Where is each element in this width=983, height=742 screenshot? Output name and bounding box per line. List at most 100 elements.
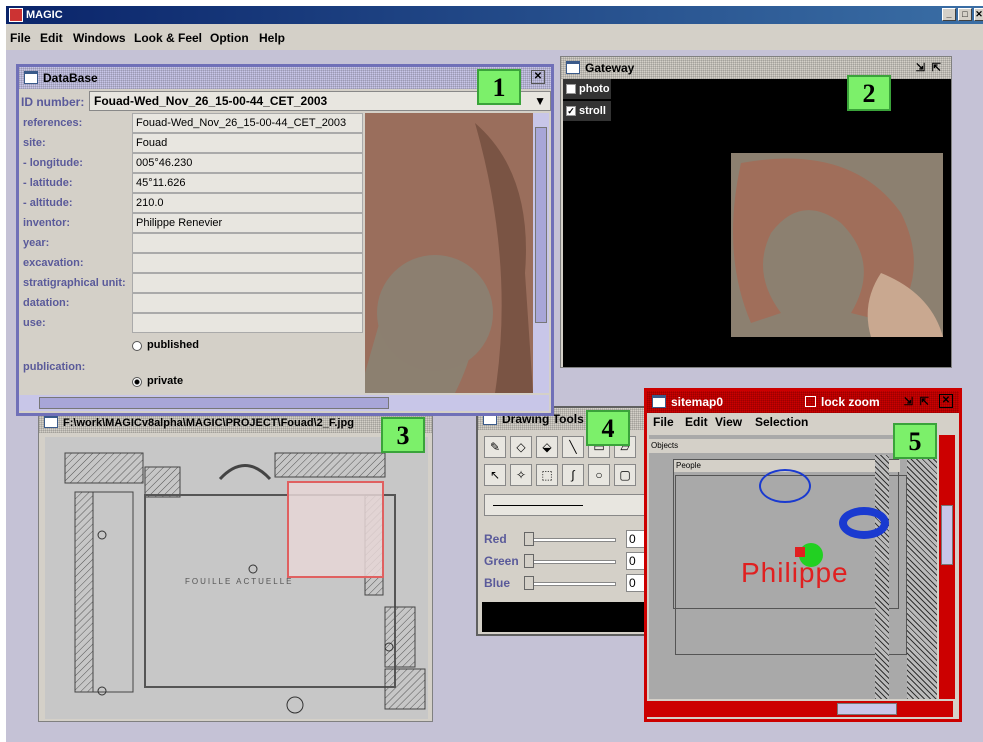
ellipse-tool-icon[interactable]: ○: [588, 464, 610, 486]
magic-wand-tool-icon[interactable]: ✧: [510, 464, 532, 486]
datation-field[interactable]: [132, 293, 363, 313]
hatched-wall: [875, 455, 889, 699]
plan-annotation: FOUILLE ACTUELLE: [185, 577, 293, 586]
red-marker[interactable]: [795, 547, 805, 557]
year-field[interactable]: [132, 233, 363, 253]
callout-badge-4: 4: [586, 410, 630, 446]
database-fields: references: Fouad-Wed_Nov_26_15-00-44_CET…: [19, 113, 364, 393]
sitemap-canvas[interactable]: Objects People Philippe: [649, 435, 937, 699]
window-icon: [44, 415, 58, 428]
references-field[interactable]: Fouad-Wed_Nov_26_15-00-44_CET_2003: [132, 113, 363, 133]
maximize-window-icon[interactable]: ⇱: [920, 391, 929, 413]
blue-slider[interactable]: [526, 582, 616, 586]
database-title: DataBase: [43, 71, 98, 85]
fill-bucket-tool-icon[interactable]: ⬙: [536, 436, 558, 458]
sitemap-menu-file[interactable]: File: [653, 415, 674, 429]
excavation-field[interactable]: [132, 253, 363, 273]
desktop-area: F:\work\MAGICv8alpha\MAGIC\PROJECT\Fouad…: [6, 50, 983, 742]
field-label: year:: [23, 237, 50, 249]
artifact-photo-drawing: [365, 113, 533, 393]
image-window-title: F:\work\MAGICv8alpha\MAGIC\PROJECT\Fouad…: [63, 417, 354, 429]
menu-option[interactable]: Option: [210, 31, 249, 45]
line-style-select[interactable]: [484, 494, 650, 516]
marquee-tool-icon[interactable]: ⬚: [536, 464, 558, 486]
close-button[interactable]: ✕: [974, 8, 983, 21]
sitemap-menu-selection[interactable]: Selection: [755, 415, 808, 429]
blue-slider-thumb[interactable]: [524, 576, 534, 590]
select-arrow-tool-icon[interactable]: ↖: [484, 464, 506, 486]
stroll-checkbox[interactable]: ✓ stroll: [563, 101, 611, 121]
altitude-field[interactable]: 210.0: [132, 193, 363, 213]
photo-label: photo: [579, 83, 610, 95]
person-name-label[interactable]: Philippe: [741, 557, 849, 589]
blue-ring-annotation[interactable]: [839, 507, 889, 539]
line-tool-icon[interactable]: ╲: [562, 436, 584, 458]
eraser-tool-icon[interactable]: ◇: [510, 436, 532, 458]
sitemap-titlebar[interactable]: sitemap0 lock zoom ⇲ ⇱ ✕: [647, 391, 959, 413]
sitemap-menu-edit[interactable]: Edit: [685, 415, 708, 429]
photo-checkbox[interactable]: photo: [563, 79, 611, 99]
maximize-window-icon[interactable]: ⇱: [932, 57, 941, 79]
database-vertical-scrollbar[interactable]: [533, 113, 549, 393]
maximize-button[interactable]: □: [958, 8, 972, 21]
red-label: Red: [484, 532, 507, 546]
database-horizontal-scrollbar[interactable]: [19, 395, 549, 411]
menu-edit[interactable]: Edit: [40, 31, 63, 45]
sitemap-vertical-scrollbar[interactable]: [939, 435, 955, 699]
id-number-value: Fouad-Wed_Nov_26_15-00-44_CET_2003: [94, 94, 328, 108]
gateway-view[interactable]: photo ✓ stroll: [563, 79, 951, 367]
artifact-photo[interactable]: [365, 113, 533, 393]
callout-badge-2: 2: [847, 75, 891, 111]
use-field[interactable]: [132, 313, 363, 333]
published-radio[interactable]: [132, 341, 142, 351]
menu-look-feel[interactable]: Look & Feel: [134, 31, 202, 45]
sitemap-horizontal-scrollbar[interactable]: [647, 701, 953, 717]
inventor-field[interactable]: Philippe Renevier: [132, 213, 363, 233]
callout-badge-5: 5: [893, 423, 937, 459]
lock-zoom-checkbox[interactable]: [805, 396, 816, 407]
menu-help[interactable]: Help: [259, 31, 285, 45]
field-label: use:: [23, 317, 46, 329]
restore-window-icon[interactable]: ⇲: [916, 57, 925, 79]
rounded-rect-tool-icon[interactable]: ▢: [614, 464, 636, 486]
field-label: - latitude:: [23, 177, 73, 189]
hatched-wall: [907, 455, 937, 699]
curve-tool-icon[interactable]: ∫: [562, 464, 584, 486]
callout-badge-3: 3: [381, 417, 425, 453]
site-plan-image[interactable]: FOUILLE ACTUELLE: [45, 437, 428, 719]
longitude-field[interactable]: 005°46.230: [132, 153, 363, 173]
menu-file[interactable]: File: [10, 31, 31, 45]
app-titlebar: MAGIC _ □ ✕: [6, 6, 983, 24]
window-icon: [24, 71, 38, 84]
gateway-titlebar[interactable]: Gateway ⇲ ⇱: [561, 57, 951, 79]
sitemap-menu-view[interactable]: View: [715, 415, 742, 429]
restore-window-icon[interactable]: ⇲: [904, 391, 913, 413]
magic-logo-icon: [9, 8, 23, 22]
red-slider-thumb[interactable]: [524, 532, 534, 546]
app-title: MAGIC: [26, 9, 63, 21]
chevron-down-icon[interactable]: ▼: [534, 92, 546, 110]
sitemap-title: sitemap0: [671, 395, 724, 409]
blue-label: Blue: [484, 576, 511, 590]
field-label: site:: [23, 137, 46, 149]
close-window-icon[interactable]: ✕: [939, 394, 953, 408]
red-slider[interactable]: [526, 538, 616, 542]
stratigraphical-unit-field[interactable]: [132, 273, 363, 293]
stroll-label: stroll: [579, 105, 606, 117]
green-slider[interactable]: [526, 560, 616, 564]
sitemap-window: sitemap0 lock zoom ⇲ ⇱ ✕ File Edit View …: [644, 388, 962, 722]
private-radio[interactable]: [132, 377, 142, 387]
drawing-tools-window: Drawing Tools ✎ ◇ ⬙ ╲ ▭ ▱ ↖ ✧ ⬚ ∫ ○ ▢ Re…: [476, 406, 652, 636]
close-window-icon[interactable]: ✕: [531, 70, 545, 84]
minimize-button[interactable]: _: [942, 8, 956, 21]
site-field[interactable]: Fouad: [132, 133, 363, 153]
field-label: inventor:: [23, 217, 71, 229]
latitude-field[interactable]: 45°11.626: [132, 173, 363, 193]
database-titlebar[interactable]: DataBase ✕: [19, 67, 551, 89]
callout-badge-1: 1: [477, 69, 521, 105]
pencil-tool-icon[interactable]: ✎: [484, 436, 506, 458]
color-preview: [482, 602, 650, 632]
blue-ellipse-annotation[interactable]: [759, 469, 811, 503]
menu-windows[interactable]: Windows: [73, 31, 126, 45]
green-slider-thumb[interactable]: [524, 554, 534, 568]
